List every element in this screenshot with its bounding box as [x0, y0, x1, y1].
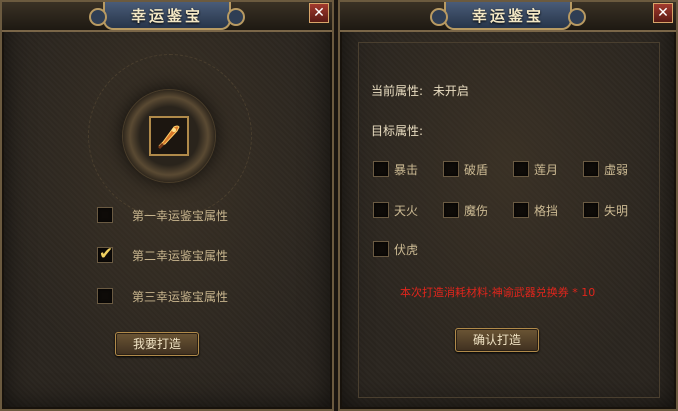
attr-label: 暴击	[394, 162, 419, 177]
checkmark-icon: ✔	[99, 244, 114, 264]
sword-item-icon	[158, 125, 180, 149]
attr-checkbox[interactable]	[443, 161, 459, 177]
option-row-3[interactable]: 第三幸运鉴宝属性	[97, 286, 228, 306]
attr-checkbox[interactable]	[373, 241, 389, 257]
attr-option[interactable]: 暴击	[373, 160, 418, 178]
current-attribute: 当前属性: 未开启	[371, 82, 469, 99]
title-bar: 幸运鉴宝 ✕	[2, 2, 332, 32]
attr-label: 破盾	[464, 162, 489, 177]
close-button[interactable]: ✕	[653, 3, 673, 23]
attr-checkbox[interactable]	[583, 202, 599, 218]
option-row-1[interactable]: 第一幸运鉴宝属性	[97, 205, 228, 225]
close-button[interactable]: ✕	[309, 3, 329, 23]
attr-option[interactable]: 天火	[373, 201, 418, 219]
option-checkbox-3[interactable]	[97, 288, 113, 304]
attr-option[interactable]: 虚弱	[583, 160, 628, 178]
option-label-1: 第一幸运鉴宝属性	[132, 208, 229, 223]
title-bar: 幸运鉴宝 ✕	[340, 2, 676, 32]
attr-option[interactable]: 破盾	[443, 160, 488, 178]
attr-checkbox[interactable]	[583, 161, 599, 177]
option-row-2[interactable]: ✔ 第二幸运鉴宝属性	[97, 245, 228, 265]
material-cost-text: 本次打造消耗材料:神谕武器兑换券 * 10	[400, 286, 596, 299]
attr-label: 魔伤	[464, 203, 489, 218]
panel-title: 幸运鉴宝	[130, 6, 203, 25]
attr-checkbox[interactable]	[513, 161, 529, 177]
confirm-forge-button[interactable]: 确认打造	[455, 328, 539, 352]
attr-option[interactable]: 莲月	[513, 160, 558, 178]
option-checkbox-2[interactable]: ✔	[97, 244, 114, 264]
option-label-3: 第三幸运鉴宝属性	[132, 289, 229, 304]
attr-label: 伏虎	[394, 242, 419, 257]
current-attribute-value: 未开启	[432, 84, 469, 98]
title-plate: 幸运鉴宝	[89, 2, 245, 30]
option-label-2: 第二幸运鉴宝属性	[132, 248, 229, 263]
title-plate: 幸运鉴宝	[430, 2, 586, 30]
close-icon: ✕	[313, 5, 325, 21]
forge-button[interactable]: 我要打造	[115, 332, 199, 356]
lucky-appraisal-panel-left: 幸运鉴宝 ✕ 第一幸运鉴宝属性 ✔ 第二幸运鉴宝属性 第三幸运鉴宝属性 我要打造	[0, 0, 334, 411]
attr-checkbox[interactable]	[373, 202, 389, 218]
attr-checkbox[interactable]	[443, 202, 459, 218]
option-checkbox-1[interactable]	[97, 207, 113, 223]
attr-label: 格挡	[534, 203, 559, 218]
attr-checkbox[interactable]	[373, 161, 389, 177]
attr-option[interactable]: 格挡	[513, 201, 558, 219]
item-emblem	[123, 90, 215, 182]
close-icon: ✕	[657, 5, 669, 21]
attr-option[interactable]: 失明	[583, 201, 628, 219]
attr-label: 虚弱	[604, 162, 629, 177]
attr-label: 天火	[394, 203, 419, 218]
attr-label: 失明	[604, 203, 629, 218]
panel-title: 幸运鉴宝	[471, 6, 544, 25]
attr-option[interactable]: 伏虎	[373, 240, 418, 258]
attr-label: 莲月	[534, 162, 559, 177]
current-attribute-label: 当前属性:	[371, 84, 424, 98]
target-attribute-label: 目标属性:	[371, 124, 424, 138]
attr-checkbox[interactable]	[513, 202, 529, 218]
item-slot[interactable]	[149, 116, 189, 156]
attr-option[interactable]: 魔伤	[443, 201, 488, 219]
lucky-appraisal-panel-right: 幸运鉴宝 ✕ 当前属性: 未开启 目标属性: 暴击 破盾 莲月 虚弱 天火 魔伤…	[338, 0, 678, 411]
